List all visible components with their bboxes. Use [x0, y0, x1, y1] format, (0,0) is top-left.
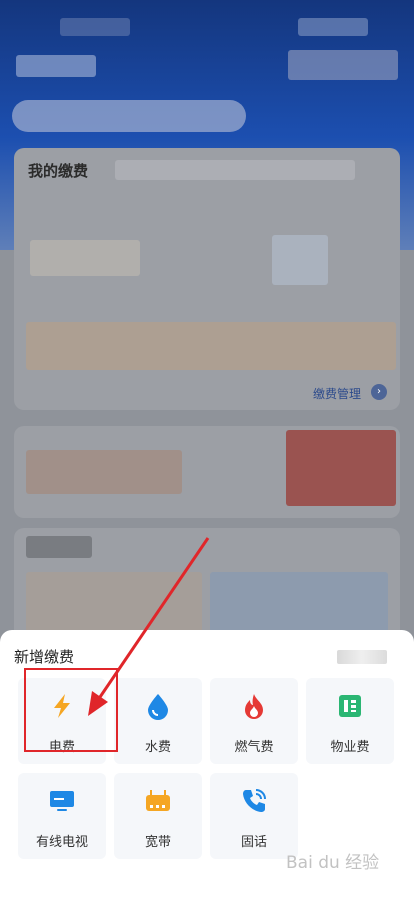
red-pointer-arrow-icon — [88, 537, 210, 716]
watermark-text: Bai du 经验 — [286, 853, 380, 873]
